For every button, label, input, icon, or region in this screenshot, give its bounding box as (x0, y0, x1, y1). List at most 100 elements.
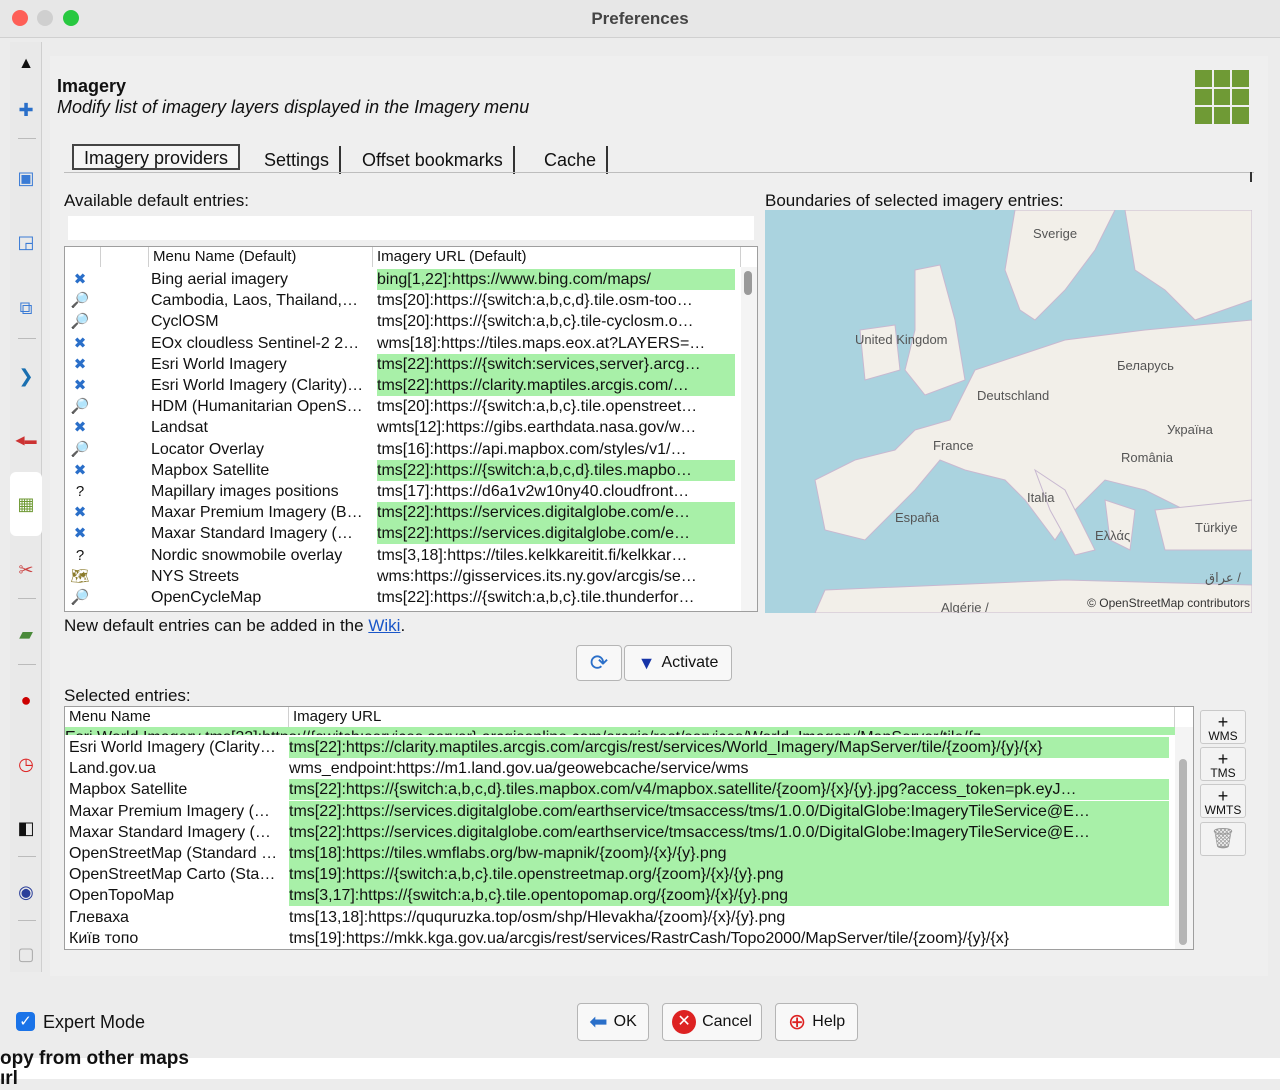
tms-icon: ✖ (73, 525, 87, 543)
selected-entry-row[interactable]: OpenStreetMap (Standard … tms[18]:https:/… (65, 843, 1175, 864)
default-entry-row[interactable]: ? Mapillary images positions tms[17]:https… (65, 481, 741, 502)
validator-icon[interactable]: ● (14, 688, 38, 712)
map-label-france: France (933, 438, 974, 453)
default-entry-url: tms[22]:https://clarity.maptiles.arcgis.… (377, 375, 735, 396)
selected-entry-row[interactable]: Maxar Standard Imagery (… tms[22]:https:/… (65, 821, 1175, 843)
wiki-note-prefix: New default entries can be added in the (64, 616, 369, 635)
selected-entry-row[interactable]: Київ топо tms[19]:https://mkk.kga.gov.ua/… (65, 928, 1175, 949)
cancel-button[interactable]: ✕ Cancel (662, 1003, 762, 1041)
default-entry-url: wmts[12]:https://gibs.earthdata.nasa.gov… (377, 419, 697, 437)
connection-icon[interactable]: ◲ (14, 230, 38, 254)
map-label-uk: United Kingdom (855, 332, 948, 347)
default-entry-url: tms[22]:https://services.digitalglobe.co… (377, 523, 735, 545)
scroll-up-arrow-icon[interactable]: ▲ (14, 52, 38, 76)
gps-icon[interactable]: ◉ (14, 880, 38, 904)
default-entry-row[interactable]: 🔎 Locator Overlay tms[16]:https://api.mapb… (65, 439, 741, 460)
activate-label: Activate (661, 654, 719, 671)
default-entry-row[interactable]: 🗺 NYS Streets wms:https://gisservices.its.… (65, 566, 741, 587)
selected-entry-url: tms[22]:https://services.digitalglobe.co… (289, 800, 1169, 822)
cancel-label: Cancel (702, 1013, 752, 1030)
remote-control-icon[interactable]: ❯ (14, 364, 38, 388)
selected-entry-row[interactable]: Land.gov.ua wms_endpoint:https://m1.land.… (65, 758, 1175, 779)
tms-icon: ✖ (73, 377, 87, 394)
default-entries-table[interactable]: Menu Name (Default) Imagery URL (Default… (64, 246, 758, 612)
projection-icon[interactable]: ⧉ (14, 296, 38, 320)
default-entry-name: Mapbox Satellite (151, 461, 270, 479)
selected-entry-row[interactable]: Глеваха tms[13,18]:https://ququruzka.top/… (65, 907, 1175, 928)
imagery-url-header[interactable]: Imagery URL (289, 707, 1175, 727)
default-entry-name: Mapillary images positions (151, 483, 339, 500)
imagery-header-icon (1195, 70, 1249, 124)
wiki-link[interactable]: Wiki (368, 616, 400, 635)
more-icon[interactable]: ▢ (14, 942, 38, 966)
selected-partial-row[interactable]: Esri World Imagery tms[22]:https://{swit… (65, 727, 1175, 735)
selected-entry-url: tms[19]:https://{switch:a,b,c}.tile.open… (289, 864, 1169, 886)
magnifier-icon: 🔎 (70, 292, 90, 310)
add-tms-button[interactable]: + TMS (1200, 747, 1246, 781)
display-icon[interactable]: ▣ (14, 166, 38, 190)
default-entry-url: tms[3,18]:https://tiles.kelkkareitit.fi/… (377, 546, 688, 564)
delete-button[interactable]: 🗑 (1200, 822, 1246, 856)
default-entry-row[interactable]: 🔎 Cambodia, Laos, Thailand,… tms[20]:https… (65, 290, 741, 311)
default-entry-row[interactable]: ? Nordic snowmobile overlay tms[3,18]:http… (65, 545, 741, 566)
activate-button[interactable]: ▼ Activate (624, 645, 732, 681)
default-entry-name: Landsat (151, 419, 208, 437)
menu-name-header[interactable]: Menu Name (65, 707, 289, 727)
menu-name-default-header[interactable]: Menu Name (Default) (149, 247, 373, 267)
tools-icon[interactable]: ✂ (14, 558, 38, 582)
default-entry-name: HDM (Humanitarian OpenS… (151, 398, 363, 416)
plugin-icon[interactable]: ✚ (14, 98, 38, 122)
default-entry-row[interactable]: ✖ Esri World Imagery (Clarity)… tms[22]:ht… (65, 375, 741, 396)
default-entry-row[interactable]: ✖ Esri World Imagery tms[22]:https://{swit… (65, 353, 741, 375)
add-tms-label: TMS (1210, 766, 1236, 780)
default-entry-row[interactable]: ✖ Maxar Premium Imagery (B… tms[22]:https:… (65, 502, 741, 524)
wiki-note-suffix: . (400, 616, 406, 635)
boundaries-map[interactable]: Sverige United Kingdom Беларусь Deutschl… (765, 210, 1252, 613)
panel-subtitle: Modify list of imagery layers displayed … (57, 97, 530, 117)
tab-offset-bookmarks[interactable]: Offset bookmarks (352, 146, 515, 174)
default-entry-row[interactable]: ✖ Mapbox Satellite tms[22]:https://{switch… (65, 459, 741, 481)
selected-entry-row[interactable]: OpenTopoMap tms[3,17]:https://{switch:a,b… (65, 885, 1175, 907)
tab-imagery-providers[interactable]: Imagery providers (72, 144, 241, 170)
icon-column-header (65, 247, 101, 267)
default-entry-row[interactable]: ✖ Maxar Standard Imagery (… tms[22]:https:… (65, 523, 741, 545)
selected-entry-name: Mapbox Satellite (69, 781, 188, 799)
filter-input[interactable] (68, 216, 754, 240)
selected-entry-row[interactable]: Esri World Imagery (Clarity… tms[22]:http… (65, 737, 1175, 758)
shortcut-icon[interactable]: ◀▬ (14, 428, 38, 452)
refresh-button[interactable]: ⟳ (576, 645, 622, 681)
selected-entries-label: Selected entries: (64, 686, 191, 705)
default-table-scrollbar[interactable] (741, 267, 757, 611)
map-attribution[interactable]: © OpenStreetMap contributors (1087, 596, 1250, 610)
add-wms-button[interactable]: + WMS (1200, 710, 1246, 744)
tms-icon: ✖ (73, 419, 87, 437)
selected-entry-name: Глеваха (69, 908, 129, 926)
selected-entry-url: tms[22]:https://{switch:a,b,c,d}.tiles.m… (289, 779, 1169, 801)
add-wmts-button[interactable]: + WMTS (1200, 784, 1246, 818)
clock-icon[interactable]: ◷ (14, 752, 38, 776)
help-button[interactable]: ⊕ Help (775, 1003, 858, 1041)
audio-icon[interactable]: ◧ (14, 816, 38, 840)
selected-entries-table[interactable]: Menu Name Imagery URL Esri World Imagery… (64, 706, 1194, 950)
selected-entry-row[interactable]: OpenStreetMap Carto (Sta… tms[19]:https:/… (65, 864, 1175, 886)
expert-mode-label[interactable]: Expert Mode (43, 1012, 145, 1033)
expert-mode-checkbox[interactable]: ✓ (16, 1012, 35, 1031)
default-entry-url: tms[22]:https://services.digitalglobe.co… (377, 502, 735, 524)
default-entry-row[interactable]: ✖ Landsat wmts[12]:https://gibs.earthdata.… (65, 417, 741, 438)
default-entry-row[interactable]: 🔎 OpenCycleMap tms[22]:https://{switch:a,b… (65, 587, 741, 608)
selected-table-scroll-thumb[interactable] (1179, 759, 1187, 945)
panel-title: Imagery (57, 76, 127, 96)
map-paint-icon[interactable]: ▰ (14, 622, 38, 646)
default-entry-row[interactable]: 🔎 CyclOSM tms[20]:https://{switch:a,b,c}.t… (65, 311, 741, 332)
default-entry-row[interactable]: 🔎 HDM (Humanitarian OpenS… tms[20]:https:/… (65, 396, 741, 417)
tab-settings[interactable]: Settings (254, 146, 342, 174)
default-table-scroll-thumb[interactable] (744, 271, 752, 295)
selected-entry-row[interactable]: Maxar Premium Imagery (… tms[22]:https://… (65, 800, 1175, 822)
selected-entry-row[interactable]: Mapbox Satellite tms[22]:https://{switch:… (65, 779, 1175, 801)
selected-entry-url: tms[3,17]:https://{switch:a,b,c}.tile.op… (289, 885, 1169, 907)
ok-button[interactable]: ⬅ OK (577, 1003, 649, 1041)
default-entry-row[interactable]: ✖ EOx cloudless Sentinel-2 2… wms[18]:http… (65, 333, 741, 354)
tab-cache[interactable]: Cache (534, 146, 609, 174)
default-entry-row[interactable]: ✖ Bing aerial imagery bing[1,22]:https://w… (65, 269, 741, 290)
imagery-url-default-header[interactable]: Imagery URL (Default) (373, 247, 741, 267)
